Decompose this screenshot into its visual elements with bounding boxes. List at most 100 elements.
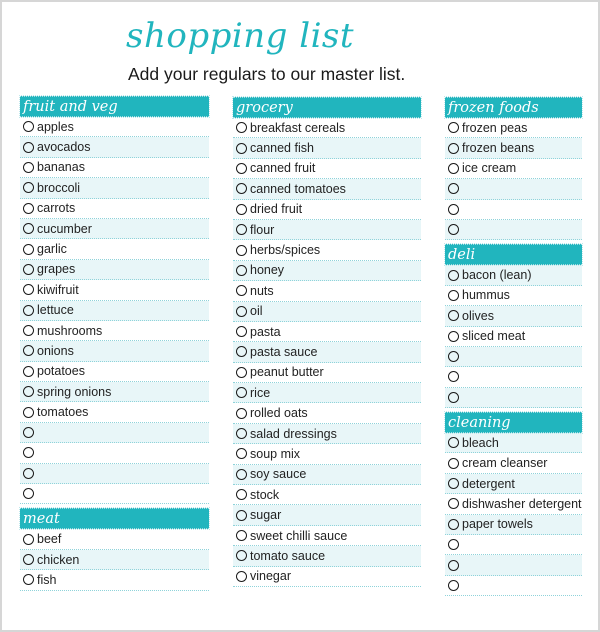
radio-circle-icon[interactable]	[23, 345, 34, 357]
radio-circle-icon[interactable]	[23, 263, 34, 275]
radio-circle-icon[interactable]	[236, 428, 247, 440]
radio-circle-icon[interactable]	[448, 518, 459, 530]
radio-circle-icon[interactable]	[23, 304, 34, 316]
list-item[interactable]: canned fruit	[233, 159, 421, 180]
radio-circle-icon[interactable]	[23, 533, 34, 545]
radio-circle-icon[interactable]	[236, 530, 247, 541]
radio-circle-icon[interactable]	[23, 284, 34, 296]
list-item[interactable]: pasta sauce	[233, 342, 421, 363]
list-item[interactable]: bacon (lean)	[445, 265, 582, 286]
radio-circle-icon[interactable]	[23, 325, 34, 337]
list-item[interactable]: breakfast cereals	[233, 118, 421, 139]
list-item[interactable]	[445, 535, 582, 556]
radio-circle-icon[interactable]	[448, 457, 459, 469]
list-item[interactable]: dishwasher detergent	[445, 494, 582, 515]
list-item[interactable]: mushrooms	[20, 321, 209, 342]
list-item[interactable]	[445, 219, 582, 241]
list-item[interactable]	[20, 443, 209, 464]
list-item[interactable]: dried fruit	[233, 200, 421, 220]
radio-circle-icon[interactable]	[448, 122, 459, 134]
radio-circle-icon[interactable]	[448, 498, 459, 510]
list-item[interactable]: soy sauce	[233, 464, 421, 486]
radio-circle-icon[interactable]	[448, 478, 459, 490]
radio-circle-icon[interactable]	[236, 224, 247, 236]
radio-circle-icon[interactable]	[236, 183, 247, 195]
list-item[interactable]: cucumber	[20, 218, 209, 240]
list-item[interactable]: beef	[20, 529, 209, 550]
list-item[interactable]	[445, 367, 582, 388]
list-item[interactable]: stock	[233, 485, 421, 506]
radio-circle-icon[interactable]	[236, 264, 247, 276]
radio-circle-icon[interactable]	[23, 447, 34, 459]
radio-circle-icon[interactable]	[23, 386, 34, 398]
radio-circle-icon[interactable]	[448, 203, 459, 215]
list-item[interactable]: sliced meat	[445, 327, 582, 347]
radio-circle-icon[interactable]	[236, 407, 247, 419]
list-item[interactable]: oil	[233, 301, 421, 322]
list-item[interactable]	[445, 576, 582, 597]
list-item[interactable]: detergent	[445, 473, 582, 495]
list-item[interactable]: pasta	[233, 322, 421, 343]
radio-circle-icon[interactable]	[236, 366, 247, 378]
list-item[interactable]: hummus	[445, 286, 582, 307]
radio-circle-icon[interactable]	[23, 427, 34, 439]
list-item[interactable]: lettuce	[20, 300, 209, 321]
radio-circle-icon[interactable]	[448, 183, 459, 195]
radio-circle-icon[interactable]	[23, 161, 34, 173]
radio-circle-icon[interactable]	[236, 244, 247, 256]
radio-circle-icon[interactable]	[448, 142, 459, 154]
radio-circle-icon[interactable]	[236, 387, 247, 399]
list-item[interactable]	[445, 387, 582, 409]
radio-circle-icon[interactable]	[236, 162, 247, 174]
radio-circle-icon[interactable]	[23, 467, 34, 479]
list-item[interactable]: chicken	[20, 549, 209, 571]
list-item[interactable]: kiwifruit	[20, 280, 209, 301]
radio-circle-icon[interactable]	[23, 182, 34, 194]
list-item[interactable]: potatoes	[20, 362, 209, 383]
list-item[interactable]: sweet chilli sauce	[233, 526, 421, 547]
list-item[interactable]	[20, 463, 209, 485]
list-item[interactable]: olives	[445, 306, 582, 327]
list-item[interactable]: soup mix	[233, 444, 421, 465]
radio-circle-icon[interactable]	[236, 305, 247, 317]
radio-circle-icon[interactable]	[23, 202, 34, 214]
radio-circle-icon[interactable]	[236, 285, 247, 297]
radio-circle-icon[interactable]	[448, 330, 459, 342]
radio-circle-icon[interactable]	[236, 448, 247, 460]
list-item[interactable]: ice cream	[445, 159, 582, 180]
list-item[interactable]: vinegar	[233, 567, 421, 587]
radio-circle-icon[interactable]	[23, 554, 34, 565]
radio-circle-icon[interactable]	[448, 580, 459, 591]
radio-circle-icon[interactable]	[236, 122, 247, 134]
radio-circle-icon[interactable]	[236, 346, 247, 358]
radio-circle-icon[interactable]	[448, 289, 459, 301]
radio-circle-icon[interactable]	[23, 223, 34, 235]
list-item[interactable]: rolled oats	[233, 403, 421, 424]
list-item[interactable]: sugar	[233, 505, 421, 526]
list-item[interactable]	[445, 346, 582, 368]
radio-circle-icon[interactable]	[23, 141, 34, 153]
list-item[interactable]: tomato sauce	[233, 546, 421, 567]
list-item[interactable]: bleach	[445, 433, 582, 454]
list-item[interactable]: herbs/spices	[233, 240, 421, 261]
list-item[interactable]: cream cleanser	[445, 453, 582, 474]
list-item[interactable]: avocados	[20, 137, 209, 158]
list-item[interactable]: paper towels	[445, 514, 582, 536]
radio-circle-icon[interactable]	[448, 269, 459, 281]
list-item[interactable]: grapes	[20, 259, 209, 281]
radio-circle-icon[interactable]	[236, 468, 247, 480]
radio-circle-icon[interactable]	[236, 142, 247, 154]
list-item[interactable]: onions	[20, 341, 209, 362]
radio-circle-icon[interactable]	[448, 539, 459, 551]
list-item[interactable]: spring onions	[20, 382, 209, 403]
list-item[interactable]: broccoli	[20, 178, 209, 199]
radio-circle-icon[interactable]	[448, 224, 459, 236]
radio-circle-icon[interactable]	[448, 371, 459, 383]
list-item[interactable]: honey	[233, 260, 421, 282]
radio-circle-icon[interactable]	[448, 162, 459, 174]
list-item[interactable]: bananas	[20, 158, 209, 179]
radio-circle-icon[interactable]	[448, 351, 459, 363]
list-item[interactable]: nuts	[233, 281, 421, 302]
radio-circle-icon[interactable]	[236, 489, 247, 501]
list-item[interactable]: frozen beans	[445, 138, 582, 159]
